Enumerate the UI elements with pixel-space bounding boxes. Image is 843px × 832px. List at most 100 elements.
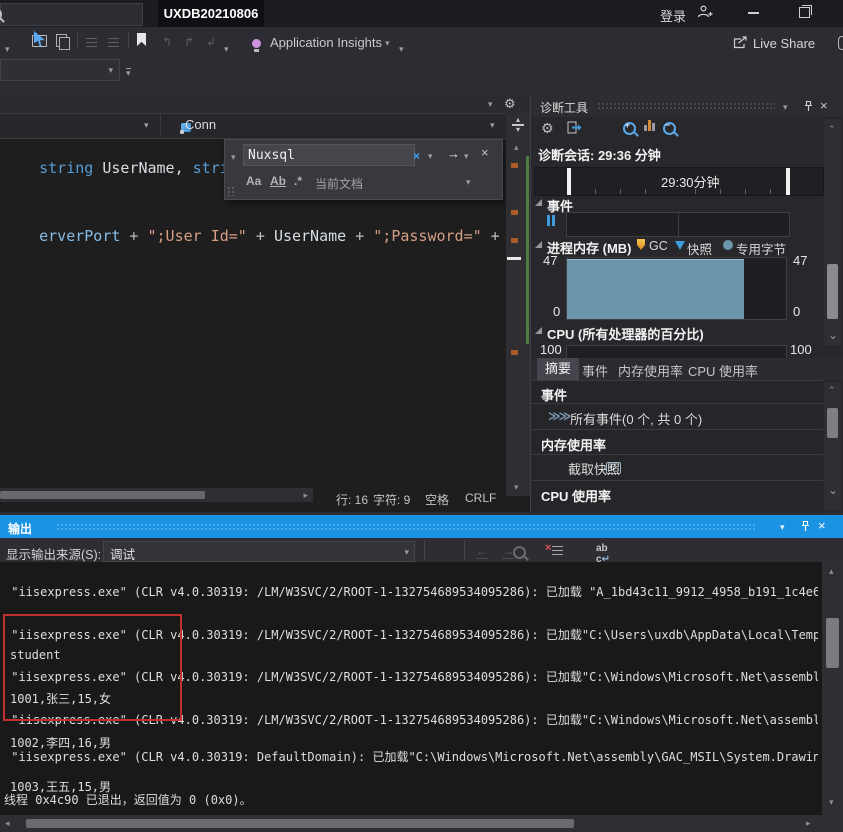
member-dropdown-arrow-icon[interactable]: ▾ (490, 121, 495, 130)
find-grip[interactable] (227, 186, 235, 196)
output-hscrollbar[interactable]: ◂ ▸ (0, 815, 822, 832)
output-source-arrow-icon: ▾ (404, 548, 409, 557)
toolbar-overflow2-icon[interactable]: ▾ (399, 45, 404, 54)
line-indicator: 行: 16 (336, 491, 368, 508)
output-scroll-left-icon[interactable]: ◂ (5, 819, 10, 828)
split-handle-icon[interactable]: ▴ ▾ (511, 117, 525, 133)
summary-vscrollbar[interactable]: ⌃ ⌄ (824, 382, 841, 510)
output-vscrollbar[interactable]: ▴ ▾ (822, 562, 843, 815)
live-share-icon[interactable] (733, 36, 748, 49)
tab-cpu-usage[interactable]: CPU 使用率 (688, 361, 758, 380)
zoom-in-icon[interactable]: + (623, 122, 636, 135)
output-source-value: 调试 (110, 544, 135, 563)
next-bookmark-icon[interactable]: ↱ (184, 35, 194, 49)
pin-icon[interactable] (803, 100, 814, 112)
tab-events[interactable]: 事件 (582, 361, 608, 380)
chart-icon[interactable] (644, 120, 655, 131)
gear-icon[interactable]: ⚙ (504, 97, 516, 112)
next-message-icon[interactable]: → (502, 544, 514, 559)
person-add-icon[interactable] (697, 4, 714, 20)
member-dropdown[interactable]: Conn (185, 117, 216, 132)
export-icon[interactable] (567, 121, 583, 135)
spaces-indicator[interactable]: 空格 (425, 491, 449, 508)
find-next-icon[interactable]: → (447, 146, 460, 161)
output-pin-icon[interactable] (800, 520, 811, 532)
whole-word-icon[interactable]: Ab (270, 174, 286, 188)
bookmark-overflow-icon[interactable]: ▾ (224, 45, 229, 54)
events-track[interactable] (566, 212, 790, 237)
output-scroll-right-icon[interactable]: ▸ (806, 819, 811, 828)
quick-launch-search[interactable] (0, 3, 143, 26)
diag-settings-icon[interactable]: ⚙ (541, 121, 554, 137)
all-events-link[interactable]: 所有事件(0 个, 共 0 个) (570, 409, 702, 428)
find-scope-dropdown[interactable]: 当前文档 (315, 175, 363, 192)
find-input[interactable] (243, 144, 415, 166)
output-scroll-thumb[interactable] (826, 618, 839, 668)
diag-scroll-thumb[interactable] (827, 264, 838, 319)
output-titlebar[interactable]: 输出 ▾ × (0, 515, 843, 538)
prev-message-icon[interactable]: ← (476, 544, 488, 559)
events-collapse-icon[interactable] (535, 199, 542, 206)
prev-bookmark-icon[interactable]: ↰ (162, 35, 172, 49)
summary-scroll-down-icon[interactable]: ⌄ (828, 484, 838, 496)
editor-hscrollbar[interactable]: ▸ (0, 488, 313, 502)
output-close-icon[interactable]: × (818, 519, 826, 532)
diag-vscrollbar[interactable]: ⌃ ⌄ (824, 119, 841, 345)
eol-indicator[interactable]: CRLF (465, 491, 496, 505)
editor-scroll-up-icon[interactable]: ▴ (514, 143, 519, 152)
close-icon[interactable]: × (820, 99, 828, 112)
diag-scroll-up-icon[interactable]: ⌃ (828, 125, 836, 134)
zoom-out-icon[interactable]: − (663, 122, 676, 135)
tab-memory-usage[interactable]: 内存使用率 (618, 361, 683, 380)
restore-button[interactable] (799, 7, 810, 18)
minimize-button[interactable] (748, 12, 759, 14)
goto-message-icon[interactable] (513, 546, 526, 559)
clear-all-icon[interactable]: × (545, 543, 563, 557)
scope-arrow-icon[interactable]: ▾ (466, 178, 471, 187)
take-snapshot-link[interactable]: 截取快照 (568, 459, 620, 478)
regex-icon[interactable]: .* (294, 174, 302, 188)
close-find-icon[interactable]: × (481, 145, 489, 160)
match-case-icon[interactable]: Aa (246, 174, 261, 188)
editor-scroll-down-icon[interactable]: ▾ (514, 483, 519, 492)
output-console[interactable]: "iisexpress.exe" (CLR v4.0.30319: /LM/W3… (0, 562, 822, 815)
output-window-position-icon[interactable]: ▾ (780, 523, 785, 532)
tab-summary[interactable]: 摘要 (537, 358, 579, 380)
app-insights-arrow-icon[interactable]: ▾ (385, 39, 390, 48)
live-share-button[interactable]: Live Share (753, 36, 815, 51)
private-bytes-legend-label: 专用字节 (736, 239, 786, 258)
diag-scroll-down-icon[interactable]: ⌄ (828, 329, 838, 341)
copy-icon[interactable] (56, 34, 67, 47)
toolbar-overflow3-icon[interactable]: ▾ (126, 68, 131, 78)
find-history-arrow-icon[interactable]: ▾ (428, 152, 433, 161)
window-position-icon[interactable]: ▾ (783, 103, 788, 112)
output-scroll-down-icon[interactable]: ▾ (829, 798, 834, 807)
indent-decrease-icon[interactable] (86, 36, 97, 50)
feedback-icon[interactable] (838, 36, 843, 50)
output-scroll-up-icon[interactable]: ▴ (829, 567, 834, 576)
diagnostics-titlebar[interactable]: 诊断工具 ▾ × (531, 95, 843, 117)
console-line: "iisexpress.exe" (CLR v4.0.30319: /LM/W3… (4, 585, 818, 600)
editor-hscroll-thumb[interactable] (0, 491, 205, 499)
clear-bookmarks-icon[interactable]: ↲ (206, 35, 216, 49)
solution-configurations-combobox[interactable]: ▾ (0, 59, 120, 81)
timeline-ruler[interactable]: 29:30分钟 (534, 167, 824, 196)
summary-scroll-up-icon[interactable]: ⌃ (828, 386, 836, 395)
app-insights-dropdown[interactable]: Application Insights (270, 35, 382, 50)
indent-increase-icon[interactable] (108, 36, 119, 50)
editor-scroll-right-icon[interactable]: ▸ (303, 491, 308, 500)
output-hscroll-thumb[interactable] (26, 819, 574, 828)
snapshot-marker-icon (675, 241, 685, 250)
find-expand-icon[interactable]: ▾ (231, 153, 236, 162)
signin-button[interactable]: 登录 (660, 6, 686, 25)
column-indicator: 字符: 9 (373, 491, 410, 508)
memory-collapse-icon[interactable] (535, 241, 542, 248)
editor-collapse-icon[interactable]: ▾ (488, 100, 493, 109)
toolbar-overflow-icon[interactable]: ▾ (5, 45, 10, 54)
summary-scroll-thumb[interactable] (827, 408, 838, 438)
output-source-select[interactable]: 调试 ▾ (103, 541, 415, 562)
cpu-collapse-icon[interactable] (535, 327, 542, 334)
find-next-arrow-icon[interactable]: ▾ (464, 152, 469, 161)
clear-find-icon[interactable]: × (413, 149, 420, 163)
types-dropdown[interactable]: ▾ (0, 114, 161, 136)
